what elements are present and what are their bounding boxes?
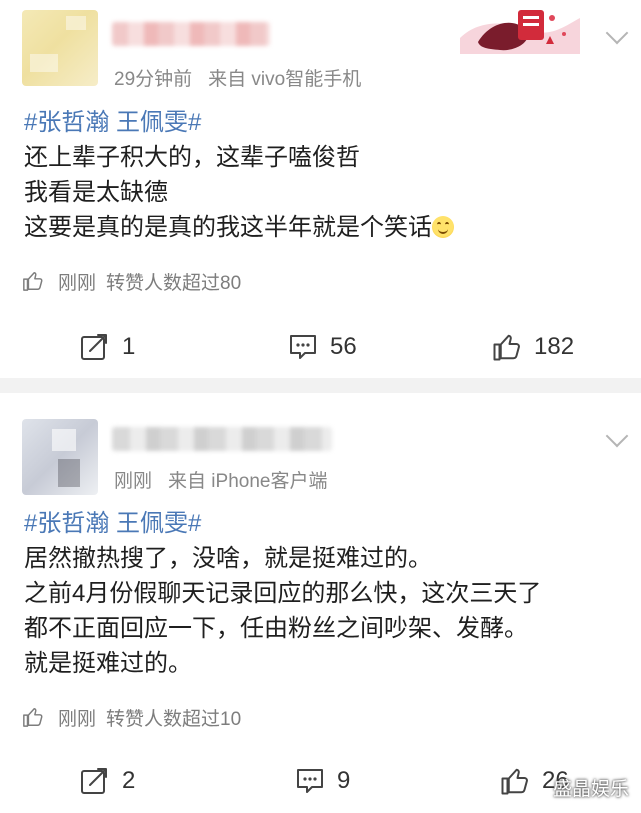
post-time: 刚刚 — [114, 471, 153, 492]
repost-count: 1 — [122, 333, 136, 360]
repost-button[interactable]: 2 — [80, 761, 135, 801]
like-summary-text: 转赞人数超过80 — [106, 272, 242, 294]
avatar[interactable] — [22, 10, 98, 86]
like-summary-time: 刚刚 — [58, 708, 97, 730]
comment-count: 9 — [337, 767, 351, 794]
post-source: 来自 vivo智能手机 — [208, 69, 362, 90]
post-line: 还上辈子积大的，这辈子嗑俊哲 — [24, 144, 360, 171]
post-divider — [0, 378, 641, 393]
post-text: #张哲瀚 王佩雯# 居然撤热搜了，没啥，就是挺难过的。 之前4月份假聊天记录回应… — [24, 506, 624, 681]
avatar[interactable] — [22, 419, 98, 495]
like-icon — [493, 334, 520, 361]
post-line: 我看是太缺德 — [24, 179, 168, 206]
thumbs-up-icon — [23, 272, 43, 291]
action-bar: 2 9 26 — [0, 761, 641, 801]
post-line: 之前4月份假聊天记录回应的那么快，这次三天了 — [24, 580, 542, 607]
topic-hashtag[interactable]: #张哲瀚 王佩雯# — [24, 105, 624, 140]
avatar-pixel — [58, 459, 80, 487]
topic-hashtag[interactable]: #张哲瀚 王佩雯# — [24, 506, 624, 541]
like-summary-time: 刚刚 — [58, 272, 97, 294]
post-meta: 29分钟前 来自 vivo智能手机 — [114, 64, 361, 91]
avatar-pixel — [66, 16, 86, 30]
like-icon — [501, 768, 528, 795]
username-blurred[interactable] — [112, 22, 270, 46]
repost-icon — [81, 768, 107, 794]
post-line: 就是挺难过的。 — [24, 650, 192, 677]
post-time: 29分钟前 — [114, 69, 193, 90]
like-count: 182 — [534, 333, 575, 360]
repost-button[interactable]: 1 — [80, 327, 135, 367]
like-button[interactable]: 182 — [492, 327, 574, 367]
post-text: #张哲瀚 王佩雯# 还上辈子积大的，这辈子嗑俊哲 我看是太缺德 这要是真的是真的… — [24, 105, 624, 245]
post-card-1: 29分钟前 来自 vivo智能手机 #张哲瀚 王佩雯# 还上辈子积大的，这辈子嗑俊… — [0, 0, 641, 378]
comment-icon — [290, 335, 316, 359]
repost-count: 2 — [122, 767, 136, 794]
username-blurred[interactable] — [112, 427, 332, 451]
comment-button[interactable]: 9 — [295, 761, 350, 801]
avatar-pixel — [30, 54, 58, 72]
comment-count: 56 — [330, 333, 357, 360]
post-line: 都不正面回应一下，任由粉丝之间吵架、发酵。 — [24, 615, 528, 642]
chevron-down-icon[interactable] — [605, 21, 629, 45]
action-bar: 1 56 182 — [0, 327, 641, 367]
comment-icon — [297, 769, 323, 793]
thumbs-up-icon — [23, 708, 43, 727]
like-summary: 刚刚 转赞人数超过80 — [22, 268, 241, 294]
repost-icon — [81, 334, 107, 360]
post-line: 这要是真的是真的我这半年就是个笑话 — [24, 214, 432, 241]
smile-emoji-icon — [432, 216, 454, 238]
decorative-sticker — [460, 10, 580, 54]
post-meta: 刚刚 来自 iPhone客户端 — [114, 466, 327, 493]
avatar-pixel — [52, 429, 76, 451]
post-line: 居然撤热搜了，没啥，就是挺难过的。 — [24, 545, 432, 572]
chevron-down-icon[interactable] — [605, 424, 629, 448]
like-summary-text: 转赞人数超过10 — [106, 708, 242, 730]
like-summary: 刚刚 转赞人数超过10 — [22, 704, 241, 730]
watermark: 盛晶娱乐 — [553, 779, 630, 800]
comment-button[interactable]: 56 — [288, 327, 357, 367]
post-source: 来自 iPhone客户端 — [168, 471, 328, 492]
